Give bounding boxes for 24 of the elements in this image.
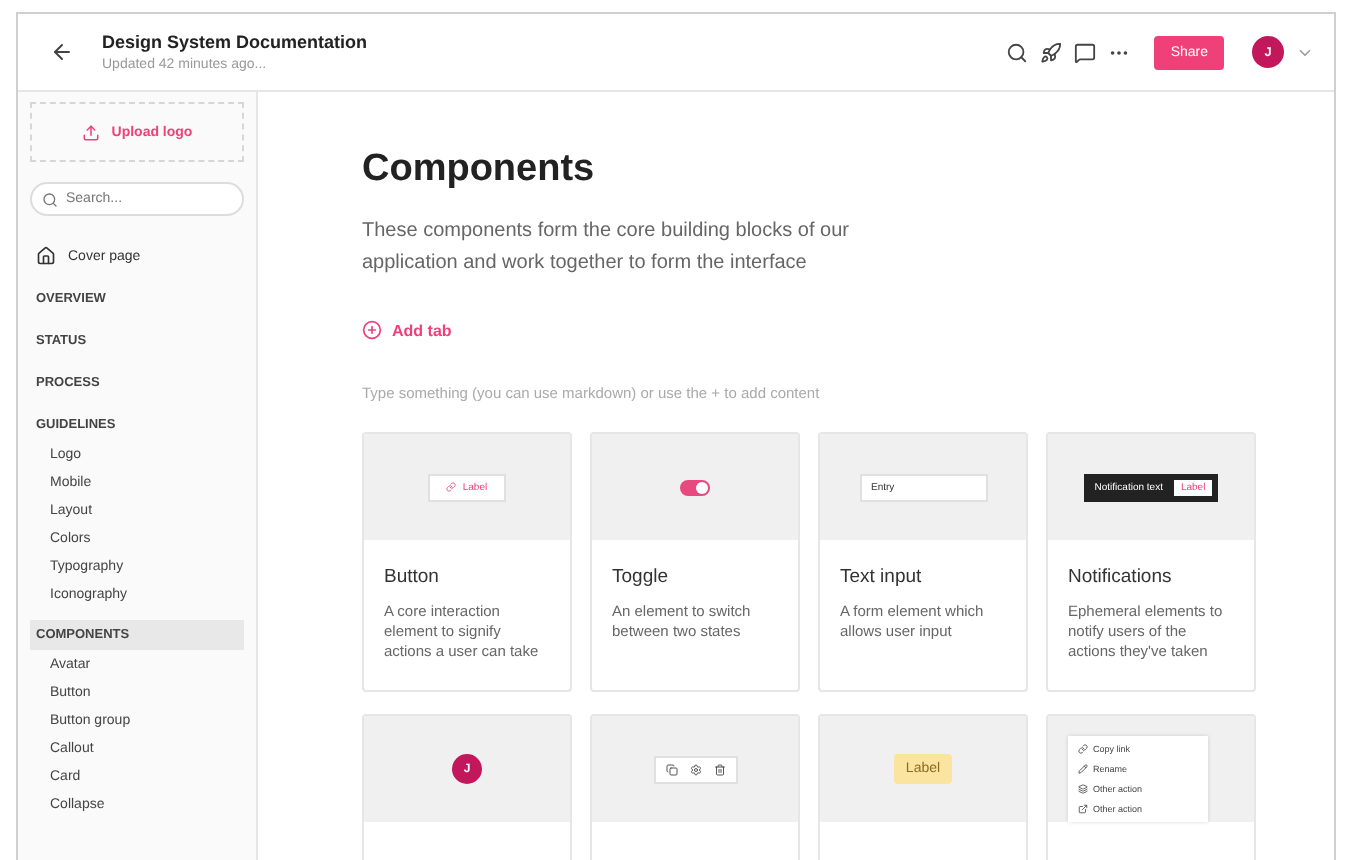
upload-icon (81, 123, 100, 141)
link-icon (1077, 744, 1087, 754)
document-title: Design System Documentation (102, 32, 370, 52)
card-title: Button (384, 566, 441, 588)
search-icon[interactable] (1006, 41, 1029, 63)
card-title: Toggle (612, 566, 670, 588)
link-icon (446, 482, 457, 492)
card-title: Text input (840, 566, 924, 588)
search-icon (42, 191, 58, 207)
add-tab-button[interactable]: Add tab (362, 320, 1334, 340)
comment-icon[interactable] (1074, 41, 1097, 63)
trash-icon (713, 763, 725, 775)
house-icon (36, 246, 56, 266)
page-description: These components form the core building blocks of our application and work together to form the interface (362, 218, 851, 278)
plus-circle-icon (362, 320, 382, 340)
layers-icon (1077, 784, 1087, 794)
copy-icon (665, 763, 677, 775)
rocket-icon[interactable] (1040, 41, 1063, 63)
external-link-icon (1077, 804, 1087, 814)
card-title: Notifications (1068, 566, 1174, 588)
back-arrow-icon[interactable] (50, 40, 74, 64)
page-title: Components (362, 148, 597, 192)
settings-icon (689, 763, 701, 775)
pencil-icon (1077, 764, 1087, 774)
